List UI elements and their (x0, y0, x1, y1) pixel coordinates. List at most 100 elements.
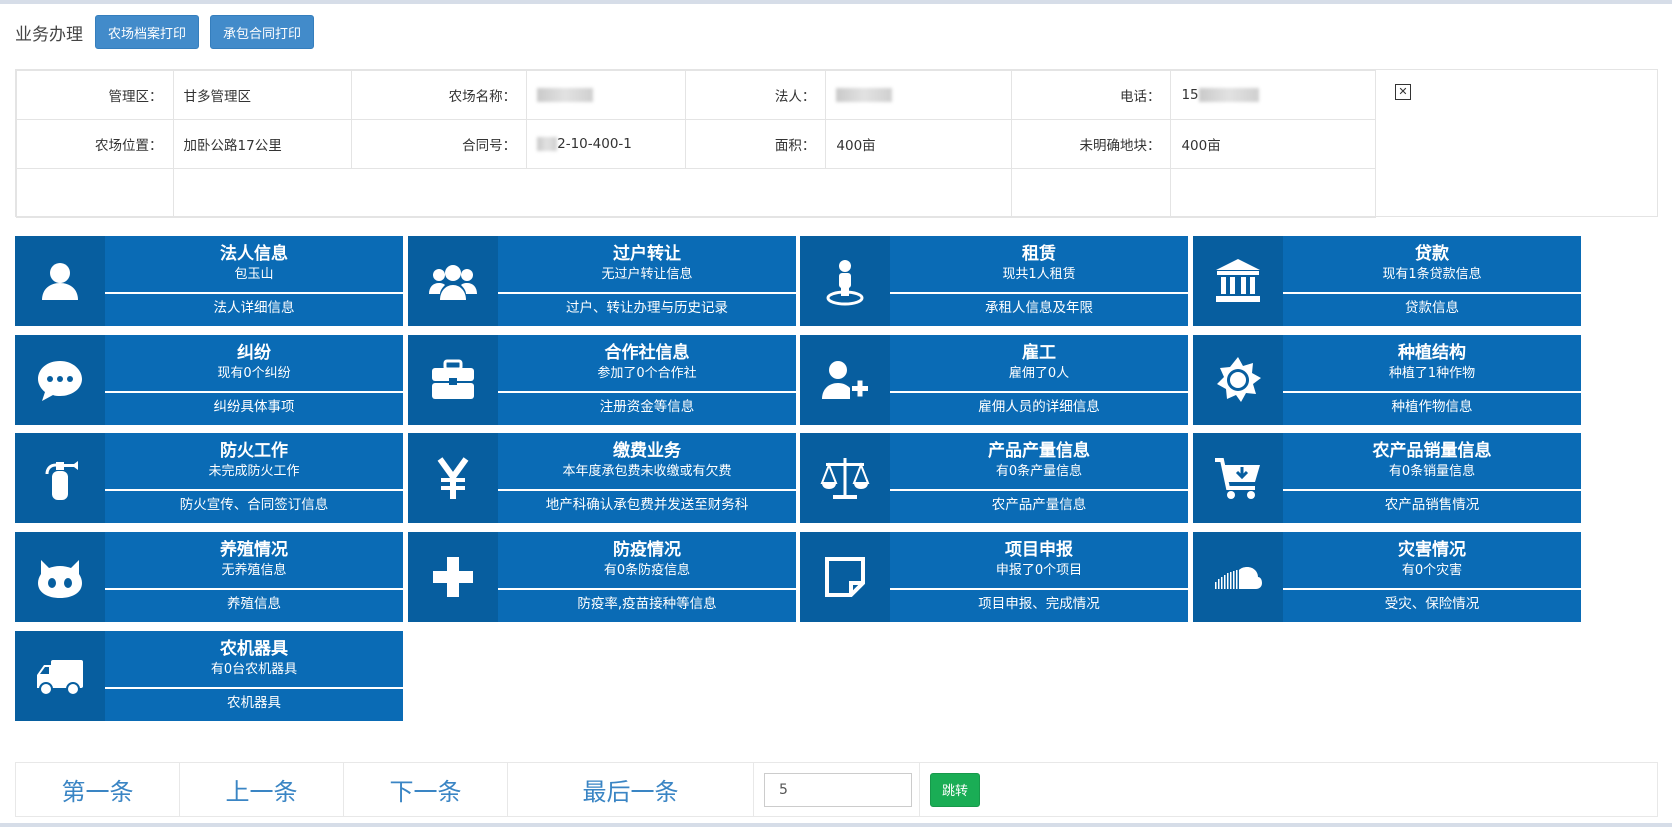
soundcloud-icon (1193, 532, 1283, 622)
street-view-icon (800, 236, 890, 326)
tile-detail-link[interactable]: 注册资金等信息 (498, 397, 796, 417)
tile-detail-link[interactable]: 农产品产量信息 (890, 495, 1188, 515)
yen-icon (408, 433, 498, 523)
business-tile[interactable]: 雇工 雇佣了0人 雇佣人员的详细信息 (800, 335, 1188, 425)
business-tile[interactable]: 法人信息 包玉山 法人详细信息 (15, 236, 403, 326)
tile-divider (498, 489, 796, 491)
tile-detail-link[interactable]: 项目申报、完成情况 (890, 594, 1188, 614)
tile-divider (1283, 489, 1581, 491)
tile-divider (105, 489, 403, 491)
tile-detail-link[interactable]: 养殖信息 (105, 594, 403, 614)
bank-icon (1193, 236, 1283, 326)
first-record-link[interactable]: 第一条 (16, 763, 180, 816)
tile-detail-link[interactable]: 农机器具 (105, 693, 403, 713)
last-record-link[interactable]: 最后一条 (508, 763, 754, 816)
business-tile[interactable]: 缴费业务 本年度承包费未收缴或有欠费 地产科确认承包费并发送至财务科 (408, 433, 796, 523)
tile-divider (498, 391, 796, 393)
farm-info-panel: 管理区： 甘多管理区 农场名称： 法人： 电话： 15 农场位置： 加卧公路17… (15, 69, 1658, 218)
tile-divider (105, 292, 403, 294)
broken-image-icon: ✕ (1395, 84, 1411, 100)
tile-title: 合作社信息 (604, 343, 690, 363)
tile-divider (498, 292, 796, 294)
business-tile[interactable]: 项目申报 申报了0个项目 项目申报、完成情况 (800, 532, 1188, 622)
tile-detail-link[interactable]: 防疫率,疫苗接种等信息 (498, 594, 796, 614)
business-tile[interactable]: 防火工作 未完成防火工作 防火宣传、合同签订信息 (15, 433, 403, 523)
tile-summary: 雇佣了0人 (1008, 366, 1070, 381)
info-label: 电话： (1010, 70, 1172, 120)
jump-page-input[interactable] (764, 772, 912, 807)
business-tile[interactable]: 种植结构种植了1种作物种植作物信息 (1193, 335, 1581, 425)
tile-title: 养殖情况 (220, 540, 288, 560)
business-tile[interactable]: 养殖情况无养殖信息养殖信息 (15, 532, 403, 622)
contract-number: 2-10-400-1 (557, 136, 632, 152)
business-tile[interactable]: 防疫情况 有0条防疫信息 防疫率,疫苗接种等信息 (408, 532, 796, 622)
plus-icon (408, 532, 498, 622)
tile-summary: 有0台农机器具 (210, 662, 298, 677)
cart-download-icon (1193, 433, 1283, 523)
tile-divider (105, 687, 403, 689)
info-cell-empty (1170, 168, 1376, 218)
business-tile[interactable]: 贷款 现有1条贷款信息 贷款信息 (1193, 236, 1581, 326)
tile-summary: 有0条销量信息 (1388, 464, 1476, 479)
tile-detail-link[interactable]: 受灾、保险情况 (1283, 594, 1581, 614)
print-archive-button[interactable]: 农场档案打印 (95, 15, 200, 49)
business-tile[interactable]: 租赁 现共1人租赁 承租人信息及年限 (800, 236, 1188, 326)
tile-summary: 无养殖信息 (221, 563, 287, 578)
tile-detail-link[interactable]: 法人详细信息 (105, 298, 403, 318)
page-header: 业务办理 农场档案打印 承包合同打印 (15, 14, 325, 50)
tile-divider (105, 588, 403, 590)
tile-summary: 参加了0个合作社 (597, 366, 697, 381)
business-tile[interactable]: 产品产量信息 有0条产量信息 农产品产量信息 (800, 433, 1188, 523)
business-tile[interactable]: 农产品销量信息 有0条销量信息 农产品销售情况 (1193, 433, 1581, 523)
balance-scale-icon (800, 433, 890, 523)
tile-summary: 有0条防疫信息 (603, 563, 691, 578)
tile-detail-link[interactable]: 承租人信息及年限 (890, 298, 1188, 318)
info-value: 加卧公路17公里 (172, 119, 353, 169)
info-value: 甘多管理区 (172, 70, 353, 120)
tile-title: 灾害情况 (1398, 540, 1466, 560)
business-tile[interactable]: 纠纷 现有0个纠纷 纠纷具体事项 (15, 335, 403, 425)
tile-detail-link[interactable]: 雇佣人员的详细信息 (890, 397, 1188, 417)
prev-record-link[interactable]: 上一条 (180, 763, 344, 816)
jump-button[interactable]: 跳转 (930, 772, 981, 807)
info-value: 400亩 (825, 119, 1012, 169)
info-value-redacted (825, 70, 1012, 120)
tile-divider (1283, 391, 1581, 393)
sun-icon (1193, 335, 1283, 425)
business-tile[interactable]: 过户转让 无过户转让信息 过户、转让办理与历史记录 (408, 236, 796, 326)
tile-detail-link[interactable]: 过户、转让办理与历史记录 (498, 298, 796, 318)
tile-detail-link[interactable]: 地产科确认承包费并发送至财务科 (498, 495, 796, 515)
business-tile[interactable]: 农机器具 有0台农机器具 农机器具 (15, 631, 403, 721)
business-tile[interactable]: 灾害情况 有0个灾害 受灾、保险情况 (1193, 532, 1581, 622)
tile-detail-link[interactable]: 纠纷具体事项 (105, 397, 403, 417)
tile-detail-link[interactable]: 农产品销售情况 (1283, 495, 1581, 515)
group-icon (408, 236, 498, 326)
tile-title: 过户转让 (613, 244, 681, 264)
tile-title: 种植结构 (1398, 343, 1466, 363)
tile-title: 农机器具 (220, 639, 288, 659)
tile-divider (890, 292, 1188, 294)
print-contract-button[interactable]: 承包合同打印 (210, 15, 315, 49)
tile-divider (105, 391, 403, 393)
tile-summary: 未完成防火工作 (208, 464, 300, 479)
tile-title: 贷款 (1415, 244, 1449, 264)
business-tile[interactable]: 合作社信息参加了0个合作社注册资金等信息 (408, 335, 796, 425)
info-label: 合同号： (351, 119, 528, 169)
tile-detail-link[interactable]: 防火宣传、合同签订信息 (105, 495, 403, 515)
next-record-link[interactable]: 下一条 (344, 763, 508, 816)
info-row-empty (16, 168, 1376, 218)
redacted-text (537, 137, 558, 151)
tile-title: 租赁 (1022, 244, 1056, 264)
info-value-redacted (526, 70, 686, 120)
tile-detail-link[interactable]: 种植作物信息 (1283, 397, 1581, 417)
tile-summary: 种植了1种作物 (1388, 366, 1476, 381)
briefcase-icon (408, 335, 498, 425)
tile-detail-link[interactable]: 贷款信息 (1283, 298, 1581, 318)
tile-title: 项目申报 (1005, 540, 1073, 560)
tile-summary: 本年度承包费未收缴或有欠费 (562, 464, 732, 479)
info-label: 未明确地块： (1010, 119, 1172, 169)
info-value: 400亩 (1170, 119, 1376, 169)
tile-divider (890, 489, 1188, 491)
info-label: 农场名称： (351, 70, 528, 120)
info-row: 农场位置： 加卧公路17公里 合同号： 2-10-400-1 面积： 400亩 … (16, 119, 1376, 169)
